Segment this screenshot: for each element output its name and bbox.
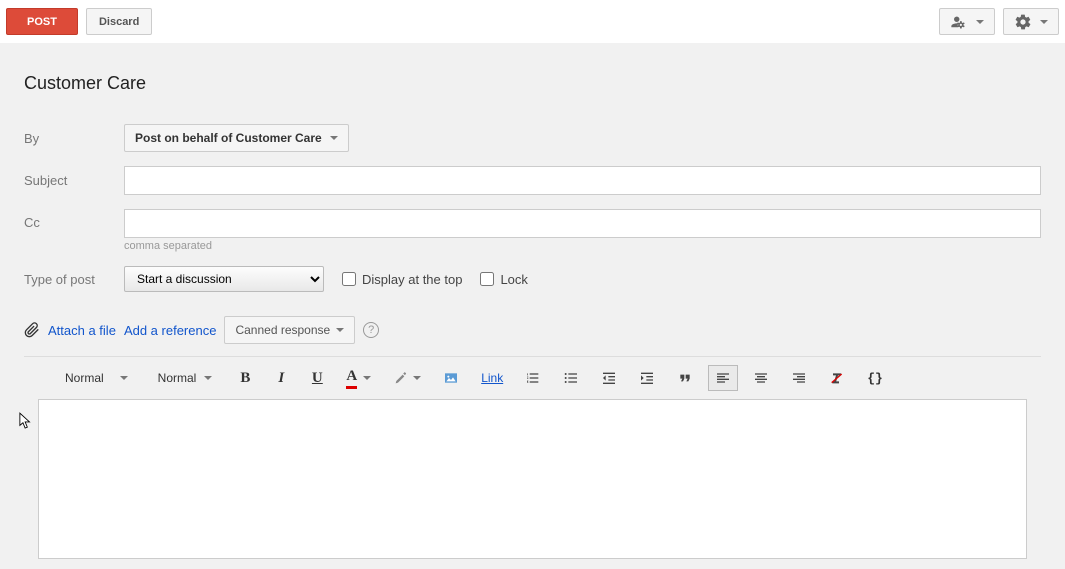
cc-input[interactable] [124,209,1041,238]
type-of-post-label: Type of post [24,272,124,287]
caret-down-icon [1040,20,1048,24]
add-reference-link[interactable]: Add a reference [124,323,217,338]
post-on-behalf-dropdown[interactable]: Post on behalf of Customer Care [124,124,349,152]
blockquote-button[interactable] [670,365,700,391]
insert-link-button[interactable]: Link [474,365,510,391]
bullet-list-icon [563,370,579,386]
highlight-button[interactable] [386,365,428,391]
canned-label: Canned response [235,323,330,337]
ordered-list-icon [525,370,541,386]
align-center-icon [753,370,769,386]
top-bar: Post Discard [0,0,1065,43]
person-gear-icon [950,13,968,31]
display-top-label: Display at the top [362,272,462,287]
editor-content[interactable] [38,399,1027,559]
cc-hint: comma separated [124,240,1041,252]
quote-icon [677,370,693,386]
discard-button[interactable]: Discard [86,8,152,35]
subject-label: Subject [24,173,124,188]
behalf-text: Post on behalf of Customer Care [135,131,322,145]
editor-toolbar: Normal Normal B I U A Link [24,357,1041,399]
outdent-icon [601,370,617,386]
indent-icon [639,370,655,386]
help-icon[interactable]: ? [363,322,379,338]
display-top-checkbox[interactable] [342,272,356,286]
align-right-button[interactable] [784,365,814,391]
cc-label: Cc [24,209,124,230]
image-icon [443,370,459,386]
cc-row: Cc comma separated [24,209,1041,252]
bold-button[interactable]: B [231,365,259,391]
content-area: Customer Care By Post on behalf of Custo… [0,43,1065,569]
block-format-dropdown[interactable]: Normal [54,365,139,391]
align-right-icon [791,370,807,386]
code-block-button[interactable]: {} [860,365,890,391]
text-color-button[interactable]: A [339,365,378,391]
caret-down-icon [336,328,344,332]
ordered-list-button[interactable] [518,365,548,391]
subject-row: Subject [24,166,1041,195]
caret-down-icon [363,376,371,380]
by-row: By Post on behalf of Customer Care [24,124,1041,152]
caret-down-icon [976,20,984,24]
page-title: Customer Care [10,73,1055,94]
clear-format-icon [829,370,845,386]
top-bar-left: Post Discard [6,8,152,35]
post-button[interactable]: Post [6,8,78,35]
insert-image-button[interactable] [436,365,466,391]
by-label: By [24,131,124,146]
attach-row: Attach a file Add a reference Canned res… [24,306,1041,357]
settings-button[interactable] [1003,8,1059,35]
compose-form: By Post on behalf of Customer Care Subje… [10,124,1055,559]
type-of-post-select[interactable]: Start a discussion [124,266,324,292]
canned-response-dropdown[interactable]: Canned response [224,316,355,344]
align-left-icon [715,370,731,386]
type-row: Type of post Start a discussion Display … [24,266,1041,292]
attach-file-link[interactable]: Attach a file [48,323,116,338]
underline-button[interactable]: U [303,365,331,391]
user-settings-button[interactable] [939,8,995,35]
font-family-dropdown[interactable]: Normal [147,365,224,391]
lock-group: Lock [480,272,527,287]
lock-checkbox[interactable] [480,272,494,286]
align-left-button[interactable] [708,365,738,391]
lock-label: Lock [500,272,527,287]
highlighter-icon [393,370,409,386]
paperclip-icon [24,322,40,338]
top-bar-right [939,8,1059,35]
outdent-button[interactable] [594,365,624,391]
align-center-button[interactable] [746,365,776,391]
italic-button[interactable]: I [267,365,295,391]
gear-icon [1014,13,1032,31]
indent-button[interactable] [632,365,662,391]
unordered-list-button[interactable] [556,365,586,391]
caret-down-icon [120,376,128,380]
subject-input[interactable] [124,166,1041,195]
caret-down-icon [204,376,212,380]
display-top-group: Display at the top [342,272,462,287]
caret-down-icon [413,376,421,380]
caret-down-icon [330,136,338,140]
clear-format-button[interactable] [822,365,852,391]
